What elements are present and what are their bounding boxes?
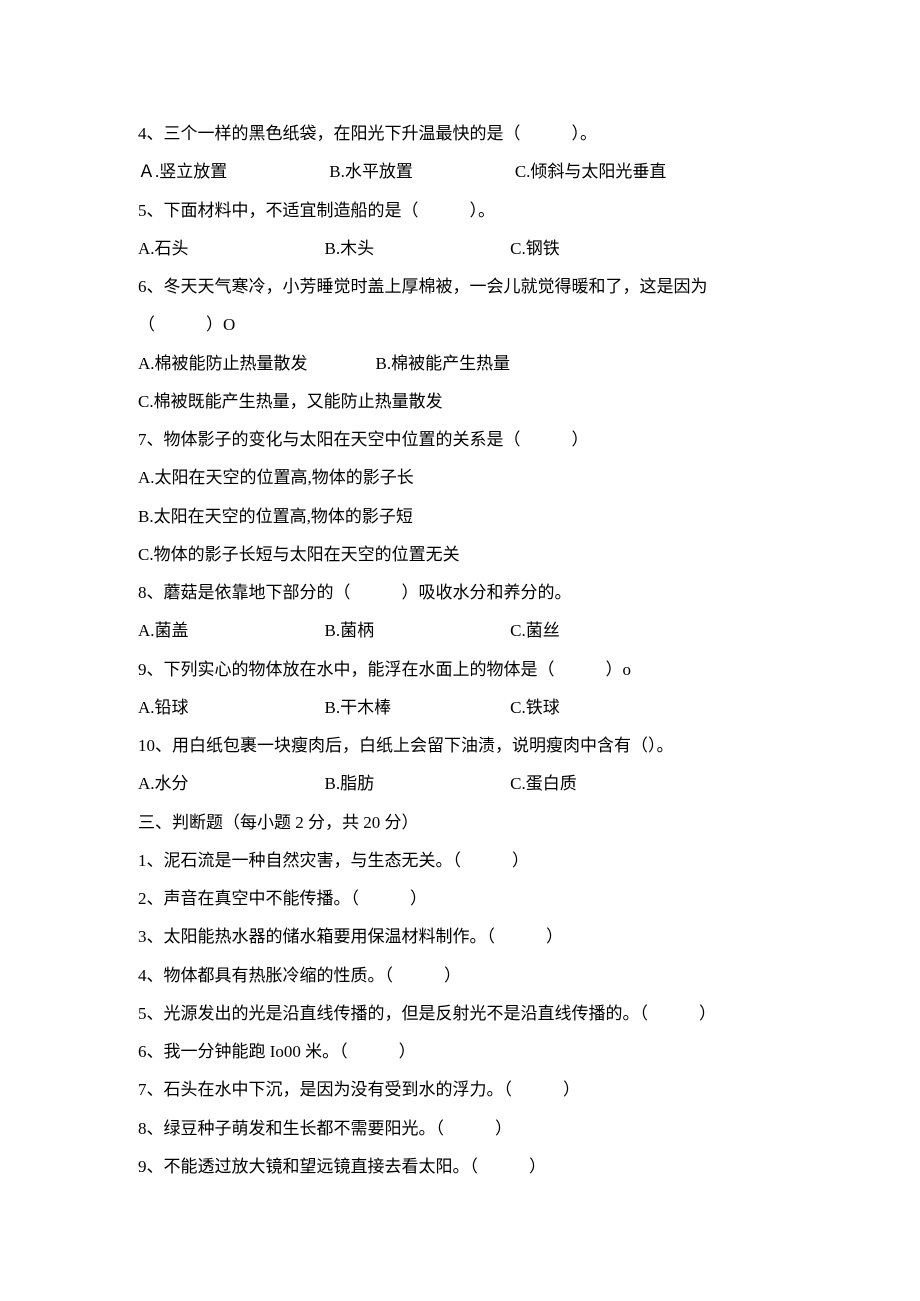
question-10-options: A.水分 B.脂肪 C.蛋白质 <box>138 765 790 803</box>
question-8-text: 8、蘑菇是依靠地下部分的（ ）吸收水分和养分的。 <box>138 574 790 612</box>
question-10-text: 10、用白纸包裹一块瘦肉后，白纸上会留下油渍，说明瘦肉中含有（）。 <box>138 727 790 765</box>
question-7-option-c: C.物体的影子长短与太阳在天空的位置无关 <box>138 536 790 574</box>
question-4-options: Ａ.竖立放置 B.水平放置 C.倾斜与太阳光垂直 <box>138 153 790 191</box>
question-6-option-ab: A.棉被能防止热量散发 B.棉被能产生热量 <box>138 345 790 383</box>
exam-page: 4、三个一样的黑色纸袋，在阳光下升温最快的是（ ）。 Ａ.竖立放置 B.水平放置… <box>0 0 920 1286</box>
judge-item-5: 5、光源发出的光是沿直线传播的，但是反射光不是沿直线传播的。（ ） <box>138 995 790 1033</box>
question-6-text-1: 6、冬天天气寒冷，小芳睡觉时盖上厚棉被，一会儿就觉得暖和了，这是因为 <box>138 268 790 306</box>
question-5-text: 5、下面材料中，不适宜制造船的是（ ）。 <box>138 192 790 230</box>
judge-item-6: 6、我一分钟能跑 Io00 米。（ ） <box>138 1033 790 1071</box>
judge-item-4: 4、物体都具有热胀冷缩的性质。（ ） <box>138 957 790 995</box>
question-7-text: 7、物体影子的变化与太阳在天空中位置的关系是（ ） <box>138 421 790 459</box>
judge-item-7: 7、石头在水中下沉，是因为没有受到水的浮力。（ ） <box>138 1071 790 1109</box>
question-5-options: A.石头 B.木头 C.钢铁 <box>138 230 790 268</box>
question-4-text: 4、三个一样的黑色纸袋，在阳光下升温最快的是（ ）。 <box>138 115 790 153</box>
judge-item-2: 2、声音在真空中不能传播。（ ） <box>138 880 790 918</box>
question-6-text-2: （ ）O <box>138 306 790 344</box>
question-7-option-b: B.太阳在天空的位置高,物体的影子短 <box>138 498 790 536</box>
judge-item-1: 1、泥石流是一种自然灾害，与生态无关。（ ） <box>138 842 790 880</box>
question-9-text: 9、下列实心的物体放在水中，能浮在水面上的物体是（ ）o <box>138 651 790 689</box>
judge-item-8: 8、绿豆种子萌发和生长都不需要阳光。（ ） <box>138 1110 790 1148</box>
judge-item-3: 3、太阳能热水器的储水箱要用保温材料制作。（ ） <box>138 918 790 956</box>
question-8-options: A.菌盖 B.菌柄 C.菌丝 <box>138 612 790 650</box>
question-9-options: A.铅球 B.干木棒 C.铁球 <box>138 689 790 727</box>
question-6-option-c: C.棉被既能产生热量，又能防止热量散发 <box>138 383 790 421</box>
question-7-option-a: A.太阳在天空的位置高,物体的影子长 <box>138 459 790 497</box>
judge-item-9: 9、不能透过放大镜和望远镜直接去看太阳。（ ） <box>138 1148 790 1186</box>
section-3-heading: 三、判断题（每小题 2 分，共 20 分） <box>138 804 790 842</box>
